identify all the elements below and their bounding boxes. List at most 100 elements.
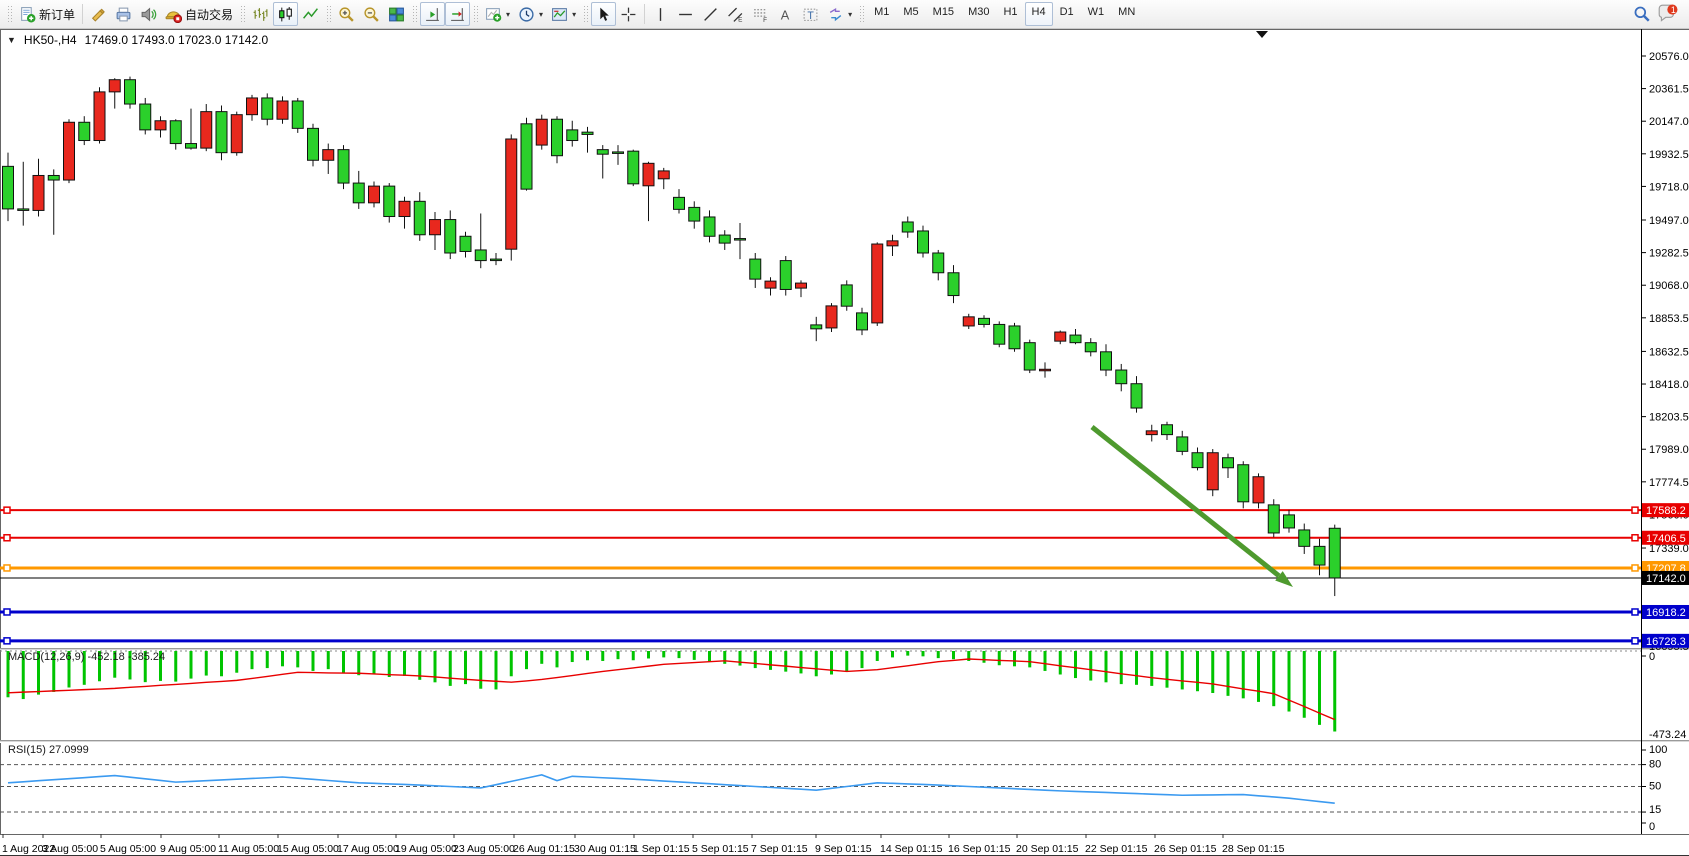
ohlc-values: 17469.0 17493.0 17023.0 17142.0 <box>85 33 269 47</box>
text-label-button[interactable]: T <box>798 2 823 26</box>
chart-canvas[interactable]: 20576.020361.520147.019932.519718.019497… <box>0 0 1689 856</box>
candlestick-chart-button[interactable] <box>273 2 298 26</box>
svg-text:20361.5: 20361.5 <box>1649 84 1689 96</box>
zoom-out-button[interactable] <box>359 2 384 26</box>
svg-text:23 Aug 05:00: 23 Aug 05:00 <box>453 843 515 855</box>
svg-text:16728.3: 16728.3 <box>1646 636 1686 648</box>
trendline-button[interactable] <box>698 2 723 26</box>
print-icon <box>115 6 132 23</box>
timeframe-button-M15[interactable]: M15 <box>926 2 961 26</box>
price-label: 16728.3 <box>1642 634 1689 648</box>
zoom-in-button[interactable] <box>334 2 359 26</box>
timeframe-button-M30[interactable]: M30 <box>961 2 996 26</box>
toolbar-grip <box>240 5 245 23</box>
crayon-button[interactable] <box>86 2 111 26</box>
auto-trading-button[interactable]: 自动交易 <box>161 2 237 26</box>
rsi-indicator-label: RSI(15) 27.0999 <box>8 744 89 756</box>
svg-text:26 Sep 01:15: 26 Sep 01:15 <box>1154 843 1217 855</box>
auto-scroll-button[interactable] <box>445 2 470 26</box>
bar-chart-button[interactable] <box>248 2 273 26</box>
vertical-line-button[interactable] <box>648 2 673 26</box>
svg-text:1 Sep 01:15: 1 Sep 01:15 <box>633 843 690 855</box>
line-handle[interactable] <box>4 638 10 644</box>
trendline-icon <box>702 6 719 23</box>
text-button[interactable]: A <box>773 2 798 26</box>
tile-windows-icon <box>388 6 405 23</box>
svg-text:20 Sep 01:15: 20 Sep 01:15 <box>1016 843 1079 855</box>
crayon-icon <box>90 6 107 23</box>
line-chart-icon <box>302 6 319 23</box>
timeframe-button-W1[interactable]: W1 <box>1081 2 1112 26</box>
line-handle[interactable] <box>1632 507 1638 513</box>
vertical-line-icon <box>652 6 669 23</box>
line-handle[interactable] <box>1632 535 1638 541</box>
sound-button[interactable] <box>136 2 161 26</box>
line-handle[interactable] <box>1632 565 1638 571</box>
svg-text:19282.5: 19282.5 <box>1649 248 1689 260</box>
svg-text:17588.2: 17588.2 <box>1646 505 1686 517</box>
channel-button[interactable]: E <box>723 2 748 26</box>
symbol-period-label: HK50-,H4 <box>24 33 77 47</box>
print-button[interactable] <box>111 2 136 26</box>
line-handle[interactable] <box>4 507 10 513</box>
candlestick-chart-icon <box>277 6 294 23</box>
timeframe-button-M5[interactable]: M5 <box>896 2 925 26</box>
toolbar-grip <box>412 5 417 23</box>
collapse-triangle-icon[interactable]: ▼ <box>7 35 16 45</box>
svg-text:11 Aug 05:00: 11 Aug 05:00 <box>218 843 279 855</box>
separator <box>644 4 645 24</box>
line-handle[interactable] <box>1632 609 1638 615</box>
price-label: 17406.5 <box>1642 531 1689 545</box>
svg-text:5 Aug 05:00: 5 Aug 05:00 <box>100 843 156 855</box>
line-handle[interactable] <box>4 609 10 615</box>
timeframe-button-D1[interactable]: D1 <box>1053 2 1081 26</box>
periods-button[interactable]: ▾ <box>514 2 547 26</box>
crosshair-button[interactable] <box>616 2 641 26</box>
svg-text:28 Sep 01:15: 28 Sep 01:15 <box>1222 843 1285 855</box>
line-chart-button[interactable] <box>298 2 323 26</box>
toolbar-right: 1 <box>1633 4 1685 24</box>
search-icon[interactable] <box>1633 5 1651 23</box>
timeframe-button-H4[interactable]: H4 <box>1025 2 1053 26</box>
new-order-button[interactable]: 新订单 <box>15 2 79 26</box>
line-handle[interactable] <box>4 565 10 571</box>
timeframe-button-H1[interactable]: H1 <box>996 2 1024 26</box>
macd-indicator-label: MACD(12,26,9) -452.18 -385.24 <box>8 651 165 663</box>
svg-text:50: 50 <box>1649 781 1661 793</box>
template-button[interactable]: ▾ <box>547 2 580 26</box>
line-handle[interactable] <box>4 535 10 541</box>
new-order-icon <box>19 6 36 23</box>
fibonacci-button[interactable]: F <box>748 2 773 26</box>
chat-icon[interactable]: 1 <box>1657 4 1679 24</box>
shift-end-button[interactable] <box>420 2 445 26</box>
tile-windows-button[interactable] <box>384 2 409 26</box>
horizontal-line-button[interactable] <box>673 2 698 26</box>
price-label: 16918.2 <box>1642 605 1689 619</box>
periods-clock-icon <box>518 6 535 23</box>
cursor-button[interactable] <box>591 2 616 26</box>
toolbar-grip <box>473 5 478 23</box>
svg-text:E: E <box>738 16 742 23</box>
shapes-icon <box>827 6 844 23</box>
shift-end-icon <box>424 6 441 23</box>
chart-header: ▼ HK50-,H4 17469.0 17493.0 17023.0 17142… <box>7 33 268 47</box>
timeframe-button-MN[interactable]: MN <box>1111 2 1142 26</box>
chevron-down-icon: ▾ <box>848 10 852 19</box>
svg-text:18632.5: 18632.5 <box>1649 346 1689 358</box>
svg-text:5 Sep 01:15: 5 Sep 01:15 <box>692 843 749 855</box>
svg-text:100: 100 <box>1649 744 1667 756</box>
svg-text:15: 15 <box>1649 804 1661 816</box>
svg-text:18203.5: 18203.5 <box>1649 412 1689 424</box>
fibonacci-icon: F <box>752 6 769 23</box>
cursor-icon <box>595 6 612 23</box>
shapes-button[interactable]: ▾ <box>823 2 856 26</box>
bar-chart-icon <box>252 6 269 23</box>
svg-text:19718.0: 19718.0 <box>1649 181 1689 193</box>
indicators-button[interactable]: ▾ <box>481 2 514 26</box>
svg-text:19932.5: 19932.5 <box>1649 149 1689 161</box>
timeframe-button-M1[interactable]: M1 <box>867 2 896 26</box>
svg-text:9 Aug 05:00: 9 Aug 05:00 <box>160 843 216 855</box>
svg-text:9 Sep 01:15: 9 Sep 01:15 <box>815 843 872 855</box>
line-handle[interactable] <box>1632 638 1638 644</box>
zoom-out-icon <box>363 6 380 23</box>
